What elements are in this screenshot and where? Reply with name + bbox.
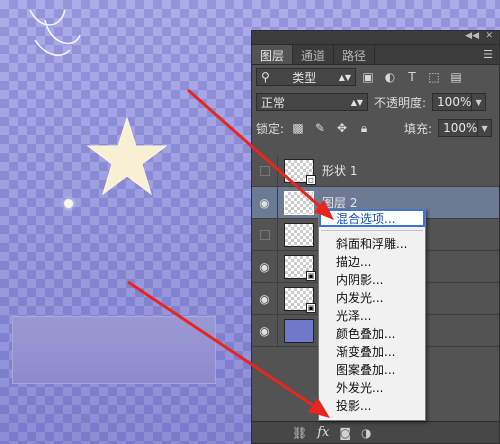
lock-label: 锁定:	[256, 121, 285, 136]
panel-title-strip: ◀◀ ✕	[252, 31, 499, 45]
blend-mode-label: 正常	[261, 95, 286, 110]
smart-object-filter-icon[interactable]: ▤	[446, 68, 466, 86]
shape-badge-icon: ◻	[306, 174, 316, 185]
fill-control: 100% ▼	[438, 119, 493, 137]
opacity-input[interactable]: 100%	[432, 93, 473, 111]
layer-row-shape-1[interactable]: ◻ 形状 1	[252, 154, 499, 187]
blend-row: 正常 ▲▼ 不透明度: 100% ▼	[252, 89, 499, 115]
lock-image-brush-icon[interactable]: ✎	[312, 120, 328, 136]
menu-item-label: 混合选项...	[336, 211, 396, 226]
menu-item-inner-glow[interactable]: 内发光...	[319, 288, 425, 306]
menu-item-label: 斜面和浮雕...	[336, 236, 408, 251]
tab-paths[interactable]: 路径	[334, 45, 376, 64]
menu-item-label: 内发光...	[336, 290, 384, 305]
eye-icon: ◉	[259, 259, 270, 274]
search-icon: ⚲	[261, 70, 270, 84]
smart-object-badge-icon: ▣	[306, 302, 316, 313]
menu-item-inner-shadow[interactable]: 内阴影...	[319, 270, 425, 288]
collapse-icon[interactable]: ◀◀	[465, 31, 479, 41]
layer-thumbnail: ▣	[284, 254, 316, 281]
smart-object-badge-icon: ▣	[306, 270, 316, 281]
shape-filter-icon[interactable]: ⬚	[424, 68, 444, 86]
panel-tabs: 图层 通道 路径 ☰	[252, 45, 499, 65]
menu-item-label: 光泽...	[336, 308, 372, 323]
eye-icon: ◉	[259, 323, 270, 338]
hidden-box-icon	[259, 165, 270, 176]
fill-label: 填充:	[404, 121, 433, 136]
visibility-toggle[interactable]	[252, 218, 278, 251]
lock-position-move-icon[interactable]: ✥	[334, 120, 350, 136]
layer-thumbnail	[284, 190, 314, 215]
visibility-toggle[interactable]: ◉	[252, 250, 278, 283]
menu-separator	[321, 230, 423, 231]
visibility-toggle[interactable]: ◉	[252, 282, 278, 315]
menu-item-stroke[interactable]: 描边...	[319, 252, 425, 270]
menu-item-label: 图案叠加...	[336, 362, 396, 377]
menu-item-drop-shadow[interactable]: 投影...	[319, 396, 425, 414]
chevron-down-icon: ▲▼	[338, 72, 351, 82]
hidden-box-icon	[259, 229, 270, 240]
layer-thumbnail: ▣	[284, 286, 316, 313]
tab-channels[interactable]: 通道	[293, 45, 335, 64]
menu-item-gradient-overlay[interactable]: 渐变叠加...	[319, 342, 425, 360]
menu-item-blending-options[interactable]: 混合选项...	[319, 209, 425, 227]
opacity-label: 不透明度:	[374, 95, 427, 110]
menu-item-pattern-overlay[interactable]: 图案叠加...	[319, 360, 425, 378]
visibility-toggle[interactable]: ◉	[252, 186, 278, 219]
menu-item-satin[interactable]: 光泽...	[319, 306, 425, 324]
panel-bottom-bar: ⛓ fx ◙ ◑	[252, 421, 499, 443]
eye-icon: ◉	[259, 195, 270, 210]
link-icon[interactable]: ⛓	[292, 426, 307, 440]
menu-item-color-overlay[interactable]: 颜色叠加...	[319, 324, 425, 342]
opacity-control: 100% ▼	[432, 93, 487, 111]
filter-kind-label: 类型	[292, 70, 317, 85]
pixel-filter-icon[interactable]: ▣	[358, 68, 378, 86]
adjustment-layer-icon[interactable]: ◑	[361, 426, 371, 440]
add-mask-icon[interactable]: ◙	[339, 426, 351, 440]
filter-row: ⚲ 类型 ▲▼ ▣ ◐ T ⬚ ▤	[252, 65, 499, 89]
rectangle-shape	[12, 316, 216, 384]
menu-item-label: 外发光...	[336, 380, 384, 395]
type-filter-icon[interactable]: T	[402, 68, 422, 86]
menu-item-label: 内阴影...	[336, 272, 384, 287]
visibility-toggle[interactable]: ◉	[252, 314, 278, 347]
menu-item-label: 颜色叠加...	[336, 326, 396, 341]
fill-input[interactable]: 100%	[438, 119, 479, 137]
filter-kind-select[interactable]: ⚲ 类型 ▲▼	[256, 68, 356, 86]
layer-style-menu: 混合选项... 斜面和浮雕... 描边... 内阴影... 内发光... 光泽.…	[318, 208, 426, 421]
fill-dropdown-icon[interactable]: ▼	[478, 119, 493, 137]
fx-button[interactable]: fx	[317, 425, 329, 440]
menu-item-label: 描边...	[336, 254, 372, 269]
layer-thumbnail	[284, 222, 314, 247]
menu-item-label: 投影...	[336, 398, 372, 413]
menu-item-label: 渐变叠加...	[336, 344, 396, 359]
close-icon[interactable]: ✕	[485, 31, 493, 41]
menu-item-outer-glow[interactable]: 外发光...	[319, 378, 425, 396]
visibility-toggle[interactable]	[252, 154, 278, 187]
adjustment-filter-icon[interactable]: ◐	[380, 68, 400, 86]
glow-dot	[64, 199, 73, 208]
star-shape	[86, 116, 168, 196]
eye-icon: ◉	[259, 291, 270, 306]
layer-thumbnail	[284, 318, 314, 343]
lock-row: 锁定: ▩ ✎ ✥ 🔒︎ 填充: 100% ▼	[252, 115, 499, 141]
panel-menu-icon[interactable]: ☰	[483, 48, 493, 61]
layer-name: 形状 1	[322, 164, 358, 178]
menu-item-bevel-emboss[interactable]: 斜面和浮雕...	[319, 234, 425, 252]
chevron-down-icon: ▲▼	[350, 97, 363, 107]
lock-transparent-icon[interactable]: ▩	[290, 120, 306, 136]
blend-mode-select[interactable]: 正常 ▲▼	[256, 93, 368, 111]
layer-thumbnail: ◻	[284, 158, 316, 185]
tab-layers[interactable]: 图层	[252, 45, 294, 64]
lock-all-icon[interactable]: 🔒︎	[356, 120, 372, 136]
opacity-dropdown-icon[interactable]: ▼	[472, 93, 487, 111]
sketch-decoration	[29, 9, 81, 56]
